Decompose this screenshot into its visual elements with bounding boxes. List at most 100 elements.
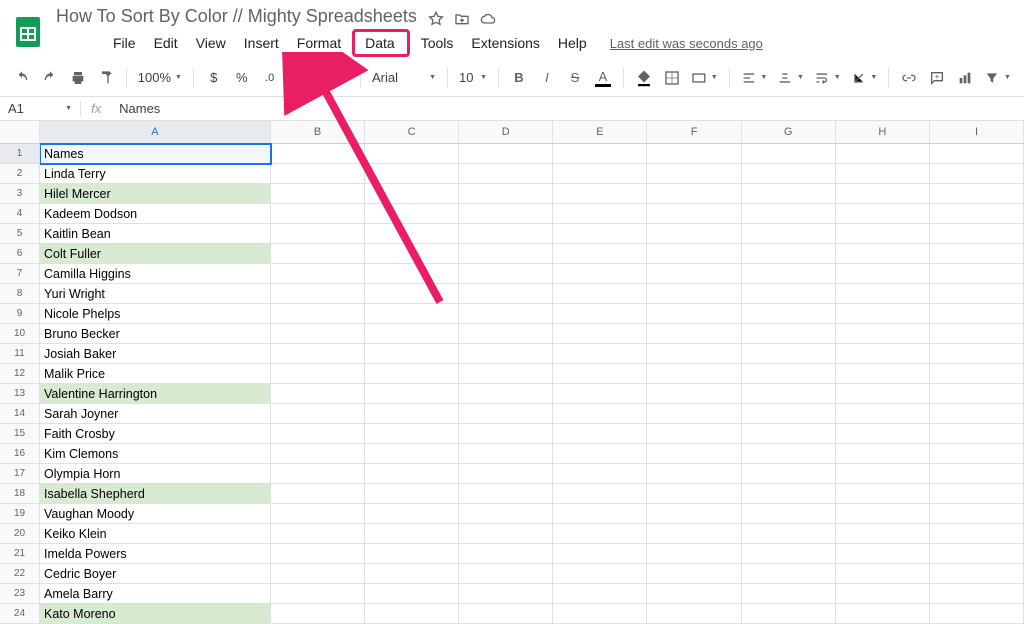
cell[interactable] [836, 384, 930, 404]
cell[interactable] [836, 184, 930, 204]
cell[interactable] [930, 504, 1024, 524]
cell[interactable] [836, 164, 930, 184]
strikethrough-button[interactable]: S [563, 65, 587, 91]
redo-button[interactable] [38, 65, 62, 91]
cell[interactable]: Linda Terry [40, 164, 271, 184]
percent-format-button[interactable]: % [230, 65, 254, 91]
row-header[interactable]: 3 [0, 184, 40, 204]
insert-link-button[interactable] [897, 65, 921, 91]
cell[interactable] [271, 324, 365, 344]
cell[interactable] [647, 364, 741, 384]
cell[interactable] [365, 244, 459, 264]
cell[interactable] [365, 164, 459, 184]
row-header[interactable]: 24 [0, 604, 40, 624]
row-header[interactable]: 7 [0, 264, 40, 284]
zoom-dropdown[interactable]: 100% [135, 65, 185, 91]
cell[interactable] [271, 504, 365, 524]
horizontal-align-dropdown[interactable] [738, 65, 771, 91]
cell[interactable] [365, 604, 459, 624]
cell[interactable] [647, 164, 741, 184]
cell[interactable] [647, 504, 741, 524]
cell[interactable] [930, 604, 1024, 624]
cell[interactable] [836, 244, 930, 264]
cell[interactable] [459, 184, 553, 204]
cell[interactable] [553, 164, 647, 184]
column-header-I[interactable]: I [930, 121, 1024, 144]
cell[interactable] [930, 164, 1024, 184]
cell[interactable] [365, 344, 459, 364]
row-header[interactable]: 23 [0, 584, 40, 604]
cell[interactable] [742, 344, 836, 364]
cell[interactable] [553, 224, 647, 244]
cell[interactable] [836, 604, 930, 624]
cell[interactable]: Kadeem Dodson [40, 204, 271, 224]
cell[interactable] [647, 204, 741, 224]
cell[interactable] [553, 524, 647, 544]
cell[interactable] [742, 484, 836, 504]
cell[interactable] [930, 424, 1024, 444]
cell[interactable] [365, 384, 459, 404]
cell[interactable] [271, 224, 365, 244]
cell[interactable] [271, 384, 365, 404]
cell[interactable] [742, 524, 836, 544]
cell[interactable] [930, 224, 1024, 244]
cell[interactable] [930, 524, 1024, 544]
currency-format-button[interactable]: $ [202, 65, 226, 91]
cell[interactable] [459, 484, 553, 504]
cell[interactable]: Sarah Joyner [40, 404, 271, 424]
cell[interactable] [742, 184, 836, 204]
cell[interactable] [271, 484, 365, 504]
cell[interactable] [836, 564, 930, 584]
cell[interactable] [459, 224, 553, 244]
cell[interactable] [365, 524, 459, 544]
menu-tools[interactable]: Tools [412, 31, 463, 55]
cell[interactable] [836, 444, 930, 464]
formula-input[interactable]: Names [111, 101, 1024, 116]
cell[interactable] [930, 324, 1024, 344]
cell[interactable] [459, 504, 553, 524]
cell[interactable] [647, 584, 741, 604]
text-wrap-dropdown[interactable] [811, 65, 844, 91]
decrease-decimal-button[interactable]: .0 [258, 65, 282, 91]
cell[interactable] [742, 204, 836, 224]
fill-color-button[interactable] [632, 65, 656, 91]
cell[interactable]: Hilel Mercer [40, 184, 271, 204]
cell[interactable] [553, 604, 647, 624]
cell[interactable] [647, 564, 741, 584]
cell[interactable] [365, 144, 459, 164]
cell[interactable] [553, 444, 647, 464]
menu-view[interactable]: View [187, 31, 235, 55]
cell[interactable] [742, 144, 836, 164]
text-rotation-dropdown[interactable] [848, 65, 881, 91]
cell[interactable]: Kaitlin Bean [40, 224, 271, 244]
cell[interactable] [459, 144, 553, 164]
cell[interactable] [742, 464, 836, 484]
cell[interactable]: Josiah Baker [40, 344, 271, 364]
cell[interactable] [271, 184, 365, 204]
cell[interactable] [836, 224, 930, 244]
cell[interactable] [459, 424, 553, 444]
cell[interactable]: Yuri Wright [40, 284, 271, 304]
column-header-G[interactable]: G [742, 121, 836, 144]
cell[interactable] [836, 404, 930, 424]
cell[interactable]: Isabella Shepherd [40, 484, 271, 504]
cell[interactable] [365, 304, 459, 324]
cell[interactable] [553, 304, 647, 324]
cell[interactable] [836, 484, 930, 504]
cell[interactable]: Camilla Higgins [40, 264, 271, 284]
cell[interactable] [930, 384, 1024, 404]
cell[interactable] [836, 424, 930, 444]
menu-edit[interactable]: Edit [145, 31, 187, 55]
column-header-H[interactable]: H [836, 121, 930, 144]
cell[interactable] [365, 504, 459, 524]
row-header[interactable]: 10 [0, 324, 40, 344]
cell[interactable] [930, 584, 1024, 604]
cell[interactable] [459, 204, 553, 224]
cell[interactable] [930, 404, 1024, 424]
cell[interactable] [742, 284, 836, 304]
cell[interactable] [553, 204, 647, 224]
cell[interactable]: Names [40, 144, 271, 164]
cell[interactable] [930, 184, 1024, 204]
row-header[interactable]: 19 [0, 504, 40, 524]
cell[interactable] [647, 144, 741, 164]
